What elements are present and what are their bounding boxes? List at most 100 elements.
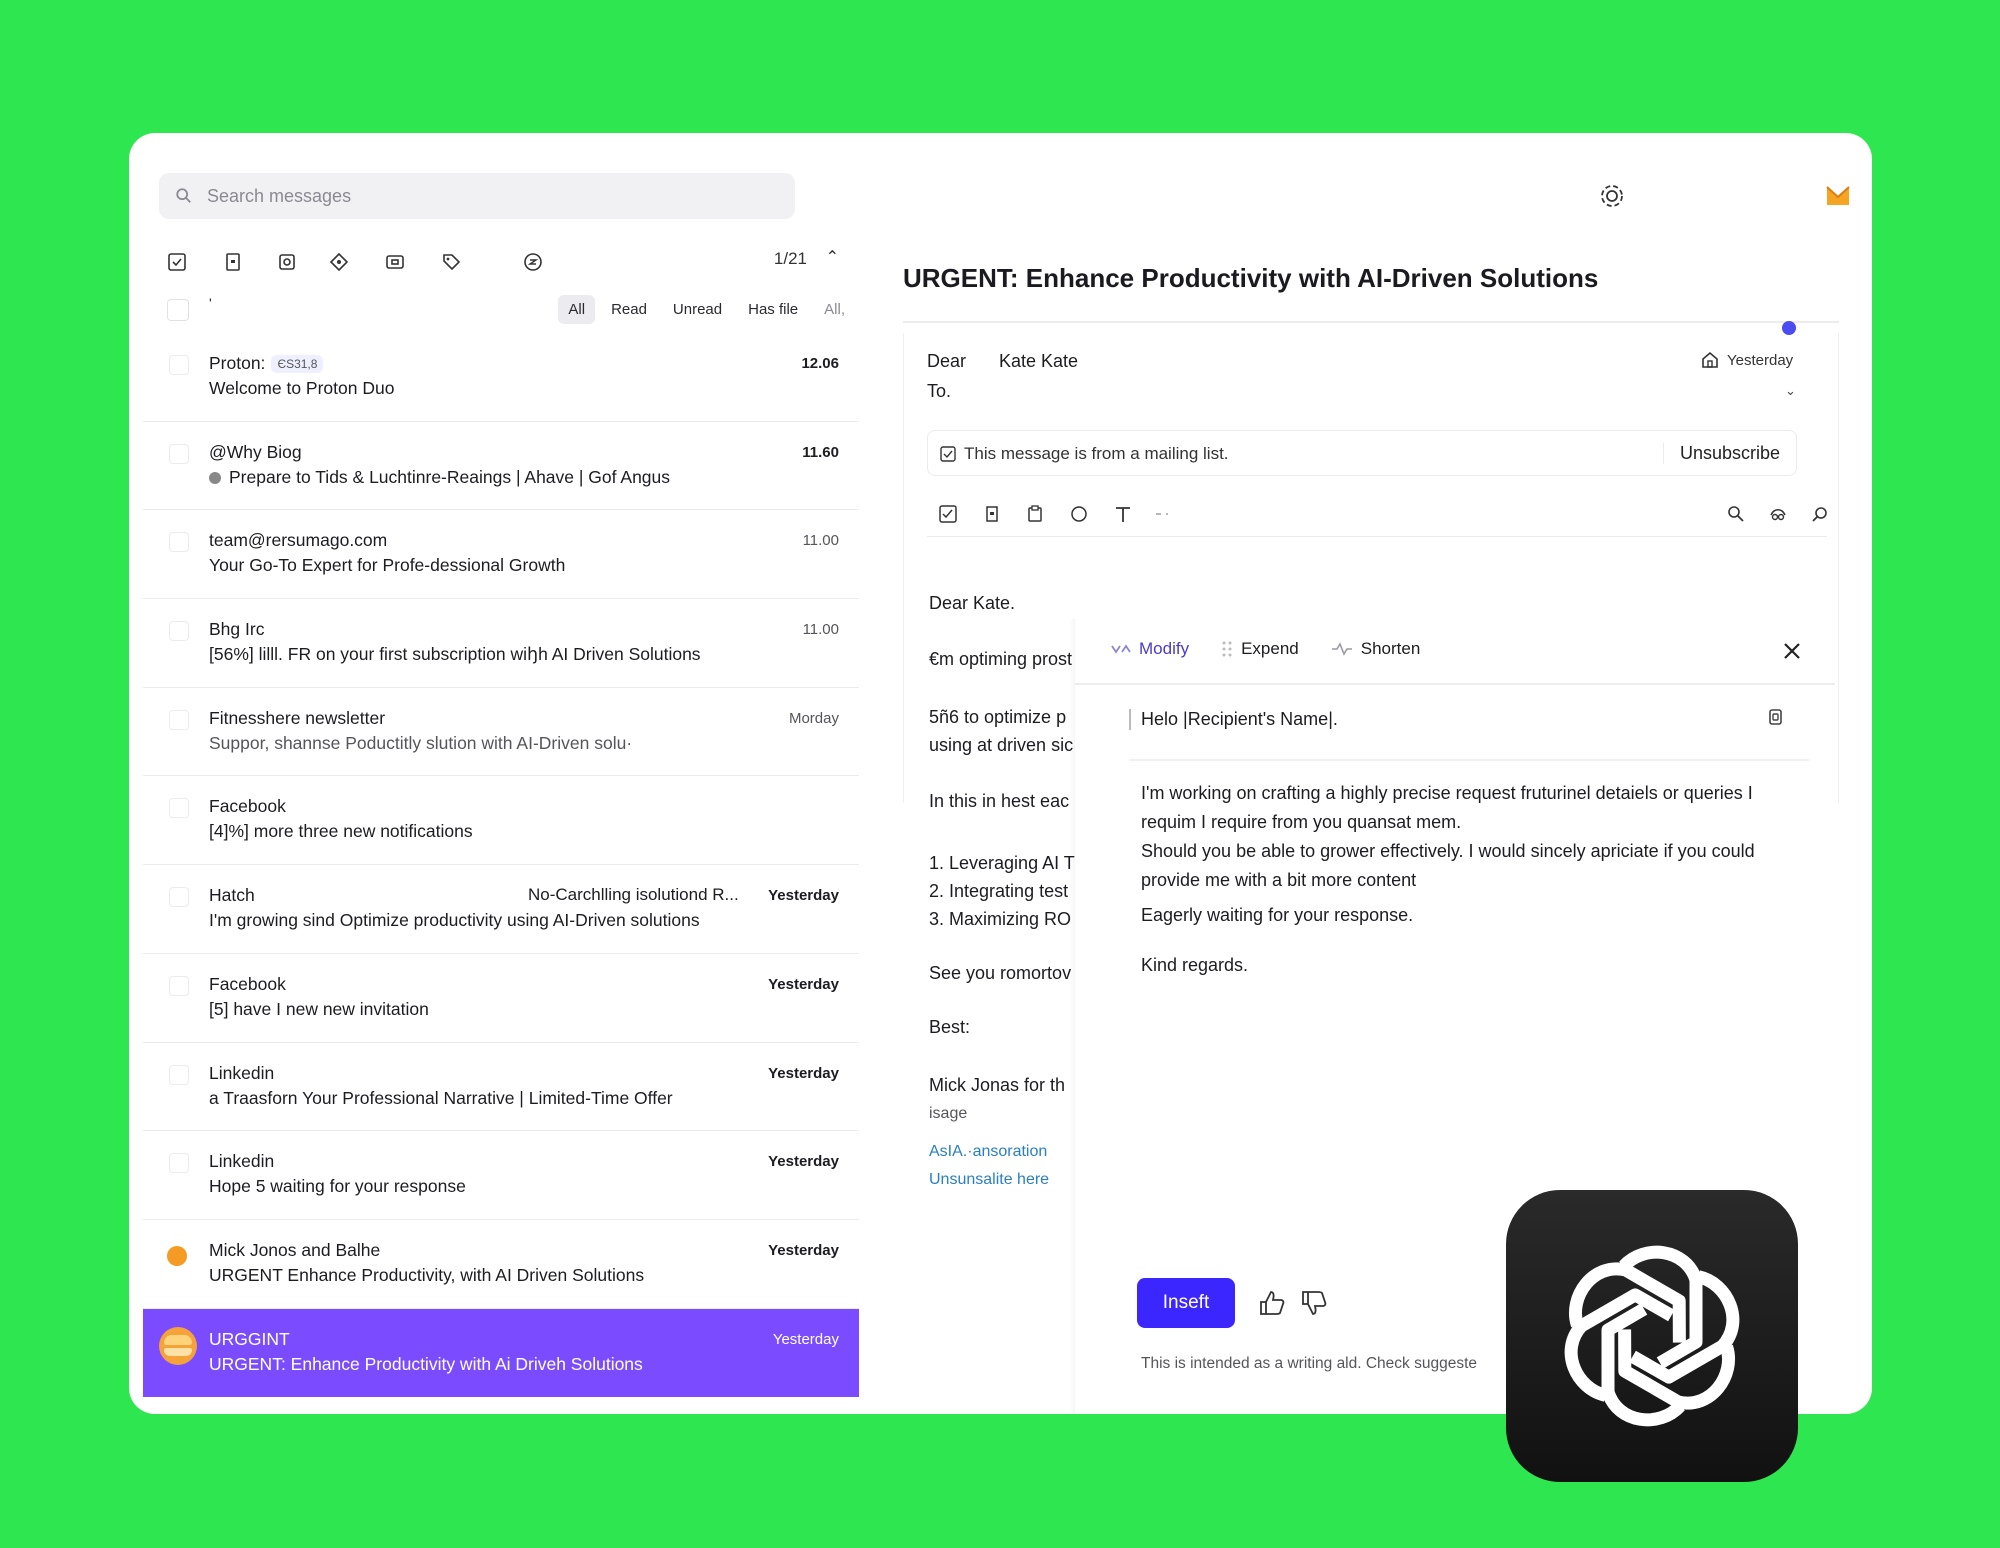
select-all-checkbox[interactable] xyxy=(167,299,189,321)
to-label: To. xyxy=(927,381,952,401)
tab-label: Modify xyxy=(1139,639,1190,658)
footer-link[interactable]: AsIA.·ansoration xyxy=(929,1143,1047,1161)
message-row[interactable]: Linkedin a Traasforn Your Professional N… xyxy=(143,1043,859,1132)
spam-icon[interactable] xyxy=(327,250,351,274)
row-checkbox[interactable] xyxy=(169,887,189,908)
subject: URGENT Enhance Productivity, with AI Dri… xyxy=(209,1264,645,1285)
checkbox-icon xyxy=(940,446,956,462)
home-icon xyxy=(1702,351,1718,368)
sender: Mick Jonos and Balhe xyxy=(209,1239,381,1260)
filter-bar: ' All Read Unread Has file All, xyxy=(143,289,859,333)
snooze-icon[interactable] xyxy=(521,250,545,274)
shorten-icon xyxy=(1331,642,1352,656)
message-row[interactable]: Proton: ЄЅ31,8 Welcome to Proton Duo 12.0… xyxy=(143,333,859,422)
recipient-name[interactable]: Kate Kate xyxy=(999,351,1078,372)
search-message-icon[interactable] xyxy=(1809,503,1831,525)
filter-read[interactable]: Read xyxy=(601,295,657,324)
copy-icon[interactable] xyxy=(1765,707,1785,727)
sender-tag: ЄЅ31,8 xyxy=(271,355,324,374)
body-line: See you romortov xyxy=(929,963,1072,983)
unsubscribe-button[interactable]: Unsubscribe xyxy=(1662,443,1780,464)
ai-greeting: Helo |Recipient's Name|. xyxy=(1129,709,1338,730)
ai-paragraph: I'm working on crafting a highly precise… xyxy=(1141,783,1753,832)
sender: Hatch xyxy=(209,885,255,906)
modify-icon xyxy=(1111,644,1131,654)
message-row[interactable]: Facebook [4]%] more three new notificati… xyxy=(143,776,859,866)
folder-icon[interactable] xyxy=(383,250,407,274)
chevron-up-icon[interactable]: ⌃ xyxy=(826,247,839,267)
row-checkbox[interactable] xyxy=(169,975,189,996)
unsubscribe-link[interactable]: Unsunsalite here xyxy=(929,1171,1049,1189)
tab-modify[interactable]: Modify xyxy=(1111,639,1189,659)
dear-label: Dear xyxy=(927,351,967,371)
message-row[interactable]: Mick Jonos and Balhe URGENT Enhance Prod… xyxy=(143,1220,859,1309)
filter-unread[interactable]: Unread xyxy=(663,295,732,324)
subject: Suppor, shannse Poductitly slution with … xyxy=(209,732,633,753)
sender: Fitnesshere newsletter xyxy=(209,707,386,728)
row-checkbox[interactable] xyxy=(169,1064,189,1085)
message-row[interactable]: Facebook [5] have I new new invitation Y… xyxy=(143,954,859,1043)
message-row[interactable]: team@rersumago.com Your Go-To Expert for… xyxy=(143,510,859,600)
reply-all-icon[interactable] xyxy=(1767,503,1789,525)
row-checkbox[interactable] xyxy=(169,355,189,375)
message-row[interactable]: Hatch No-Carchlling isolutiond R... I'm … xyxy=(143,865,859,954)
thumbs-down-icon[interactable] xyxy=(1299,1288,1329,1318)
message-row[interactable]: Linkedin Hope 5 waiting for your respons… xyxy=(143,1131,859,1220)
select-all-icon[interactable] xyxy=(165,250,189,274)
tab-shorten[interactable]: Shorten xyxy=(1331,639,1420,659)
message-row[interactable]: Fitnesshere newsletter Suppor, shannse P… xyxy=(143,688,859,777)
message-row[interactable]: @Why Biog Prepare to Tids & Luchtinre-Re… xyxy=(143,422,859,511)
sender: Proton: xyxy=(209,353,266,373)
row-checkbox[interactable] xyxy=(169,1153,189,1174)
filter-more[interactable]: All, xyxy=(814,295,855,324)
archive-icon[interactable] xyxy=(221,250,245,274)
subject: URGENT: Enhance Productivity with Ai Dri… xyxy=(209,1353,643,1374)
row-checkbox[interactable] xyxy=(169,621,189,642)
search-input[interactable]: Search messages xyxy=(207,186,351,207)
timestamp: 11.00 xyxy=(802,532,839,550)
openai-logo-icon xyxy=(1506,1190,1798,1482)
body-signature: Mick Jonas for th xyxy=(929,1075,1066,1095)
search-bar[interactable]: Search messages xyxy=(159,173,795,219)
more-dashes-icon[interactable] xyxy=(1152,503,1174,525)
zoom-icon[interactable] xyxy=(1725,503,1747,525)
message-date: Yesterday xyxy=(1727,351,1794,369)
body-greeting: Dear Kate. xyxy=(929,593,1016,613)
message-row-selected[interactable]: URGGINT URGENT: Enhance Productivity wit… xyxy=(143,1308,859,1398)
row-checkbox[interactable] xyxy=(169,443,189,464)
clipboard-icon[interactable] xyxy=(1024,503,1046,525)
move-icon[interactable] xyxy=(275,250,299,274)
filter-all[interactable]: All xyxy=(558,295,596,324)
timestamp: Yesterday xyxy=(768,887,839,905)
mailing-list-banner: This message is from a mailing list. Uns… xyxy=(927,430,1797,476)
settings-icon[interactable] xyxy=(1597,181,1627,211)
text-format-icon[interactable] xyxy=(1112,503,1134,525)
sender: Bhg Irc xyxy=(209,619,265,640)
message-list-pane: 1/21 ⌃ ' All Read Unread Has file All, P… xyxy=(143,233,859,1414)
ai-paragraph: Kind regards. xyxy=(1141,955,1249,975)
insert-button[interactable]: Inseft xyxy=(1137,1278,1235,1328)
mark-icon[interactable] xyxy=(937,503,959,525)
message-list: Proton: ЄЅ31,8 Welcome to Proton Duo 12.0… xyxy=(143,333,859,1398)
body-line: isage xyxy=(929,1105,968,1122)
subject: Hope 5 waiting for your response xyxy=(209,1176,466,1197)
circle-icon[interactable] xyxy=(1068,503,1090,525)
row-checkbox[interactable] xyxy=(169,798,189,819)
label-icon[interactable] xyxy=(439,250,463,274)
sender: Facebook xyxy=(209,796,286,817)
row-checkbox[interactable] xyxy=(169,532,189,553)
mailing-notice: This message is from a mailing list. xyxy=(964,444,1229,463)
tab-expand[interactable]: Expend xyxy=(1221,639,1299,659)
message-row[interactable]: Bhg Irc [56%] lilll. FR on your first su… xyxy=(143,599,859,688)
divider xyxy=(1075,683,1835,685)
archive-icon[interactable] xyxy=(981,503,1003,525)
timestamp: Yesterday xyxy=(768,1064,839,1082)
close-icon[interactable] xyxy=(1780,639,1804,663)
filter-has-file[interactable]: Has file xyxy=(738,295,808,324)
thumbs-up-icon[interactable] xyxy=(1257,1288,1287,1318)
filter-mark: ' xyxy=(209,295,212,311)
row-checkbox[interactable] xyxy=(169,709,189,730)
expand-details-icon[interactable]: ⌄ xyxy=(1785,383,1796,399)
divider xyxy=(1129,759,1809,761)
proton-logo-icon[interactable] xyxy=(1823,181,1853,211)
